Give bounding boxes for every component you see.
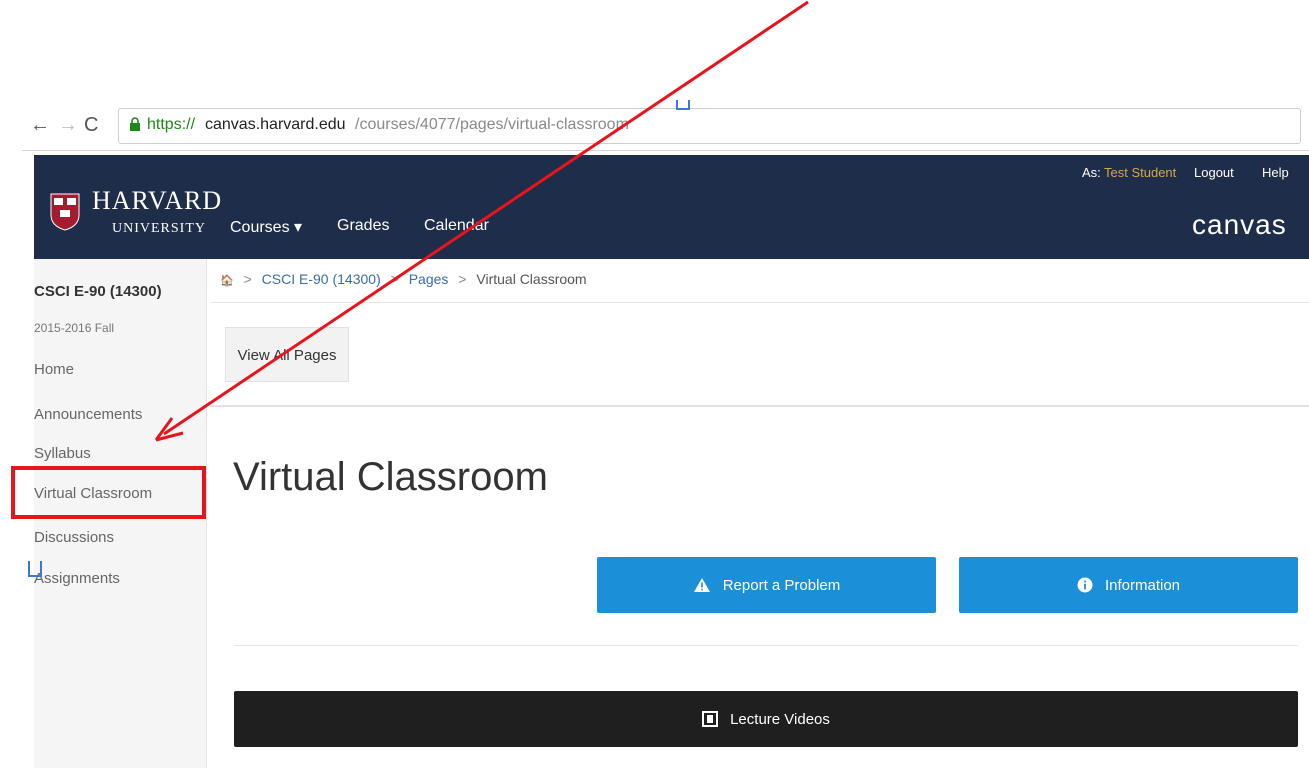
browser-toolbar: ← → C https:// canvas.harvard.edu /cours… [22, 102, 1309, 151]
lecture-videos-label: Lecture Videos [730, 710, 830, 728]
breadcrumb: 🏠 > CSCI E-90 (14300) > Pages > Virtual … [220, 271, 587, 287]
lecture-videos-button[interactable]: Lecture Videos [234, 691, 1298, 747]
sidebar-item-syllabus[interactable]: Syllabus [34, 445, 91, 462]
reload-icon[interactable]: C [84, 114, 98, 137]
nav-grades[interactable]: Grades [337, 217, 389, 235]
harvard-shield-icon[interactable] [50, 193, 80, 231]
page-title: Virtual Classroom [233, 455, 548, 499]
film-icon [702, 711, 719, 727]
logo-university: UNIVERSITY [112, 221, 206, 236]
nav-calendar[interactable]: Calendar [424, 217, 489, 235]
information-button[interactable]: Information [959, 557, 1298, 613]
divider [234, 645, 1298, 646]
breadcrumb-course[interactable]: CSCI E-90 (14300) [262, 271, 381, 287]
home-icon[interactable]: 🏠 [220, 275, 234, 287]
warning-icon [693, 578, 710, 592]
report-problem-button[interactable]: Report a Problem [597, 557, 936, 613]
sidebar-item-discussions[interactable]: Discussions [34, 529, 114, 546]
lock-icon [130, 117, 140, 131]
breadcrumb-separator: > [458, 271, 467, 287]
url-scheme: https:// [147, 116, 196, 133]
divider [210, 302, 1309, 303]
logout-link[interactable]: Logout [1194, 165, 1234, 180]
back-arrow-icon[interactable]: ← [30, 114, 50, 137]
divider [210, 405, 1309, 407]
cursor-marker-icon [676, 100, 690, 110]
sidebar-item-home[interactable]: Home [34, 361, 74, 378]
cursor-marker-icon [28, 561, 42, 577]
information-label: Information [1104, 576, 1181, 594]
report-problem-label: Report a Problem [722, 576, 841, 594]
sidebar-item-assignments[interactable]: Assignments [34, 570, 120, 587]
sidebar-item-announcements[interactable]: Announcements [34, 406, 142, 423]
canvas-brand[interactable]: canvas [1192, 209, 1287, 241]
breadcrumb-separator: > [390, 271, 399, 287]
url-path: /courses/4077/pages/virtual-classroom [355, 116, 629, 133]
logo-harvard[interactable]: HARVARD [92, 186, 222, 216]
course-term: 2015-2016 Fall [34, 321, 115, 335]
url-host: canvas.harvard.edu [205, 116, 346, 133]
view-all-pages-button[interactable]: View All Pages [225, 327, 349, 382]
user-name-link[interactable]: Test Student [1104, 165, 1176, 180]
nav-courses[interactable]: Courses ▾ [230, 217, 302, 237]
forward-arrow-icon[interactable]: → [58, 114, 78, 137]
breadcrumb-current: Virtual Classroom [476, 271, 587, 287]
address-bar[interactable]: https:// canvas.harvard.edu /courses/407… [118, 108, 1301, 144]
course-code: CSCI E-90 (14300) [34, 283, 162, 300]
user-prefix: As: [1082, 165, 1101, 180]
global-header: HARVARD UNIVERSITY Courses ▾ Grades Cale… [34, 155, 1309, 259]
help-link[interactable]: Help [1262, 165, 1289, 180]
breadcrumb-separator: > [243, 271, 252, 287]
breadcrumb-pages[interactable]: Pages [409, 271, 449, 287]
annotation-highlight-box [11, 466, 206, 519]
info-icon [1077, 577, 1093, 593]
